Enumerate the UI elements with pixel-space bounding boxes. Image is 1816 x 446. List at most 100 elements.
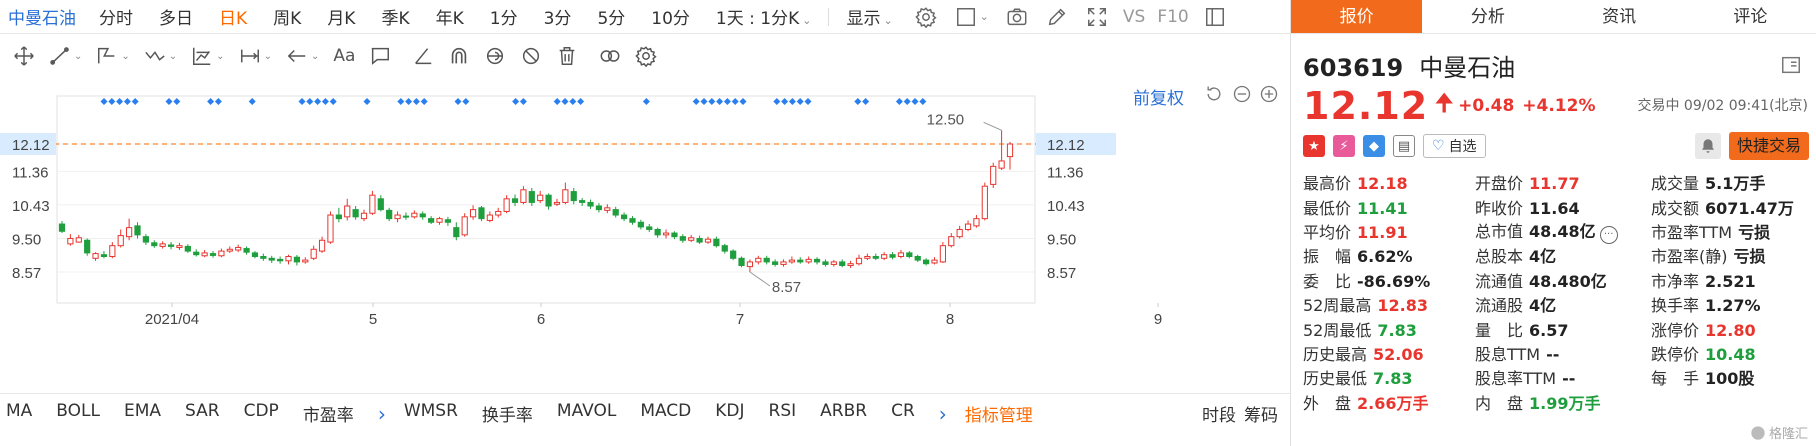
high-annot-line — [983, 121, 1002, 131]
candle-body — [75, 237, 82, 243]
note-icon[interactable]: ▤ — [1393, 135, 1415, 157]
interval-select[interactable]: 1天 : 1分K ⌄ — [703, 4, 825, 29]
vs-compare-button[interactable]: VS — [1117, 7, 1151, 27]
zoom-out-icon[interactable] — [1232, 84, 1252, 104]
line-tool-icon[interactable]: ⌄ — [49, 45, 82, 67]
quote-tab[interactable]: 报价 — [1291, 0, 1423, 33]
text-tool-icon[interactable]: Aa — [333, 46, 355, 66]
indicator-item[interactable]: ARBR — [820, 401, 881, 426]
pencil-icon[interactable] — [1046, 6, 1068, 28]
candle-body — [545, 194, 552, 207]
indicator-item[interactable]: CR — [891, 401, 929, 426]
indicator-item[interactable]: 时段 — [1202, 401, 1236, 426]
event-marker — [207, 98, 215, 105]
candle-body — [268, 257, 275, 261]
arrow-tool-icon[interactable]: ⌄ — [286, 45, 319, 67]
period-tab[interactable]: 多日 — [146, 4, 206, 29]
price-change: +0.48 — [1458, 96, 1515, 116]
period-tab[interactable]: 年K — [423, 4, 477, 29]
range-tool-icon[interactable]: ⌄ — [239, 45, 272, 67]
chevron-right-icon[interactable]: › — [378, 402, 386, 426]
indicator-item[interactable]: 市盈率 — [303, 401, 368, 426]
chevron-down-icon[interactable]: ⌄ — [980, 10, 989, 23]
indicator-item[interactable]: 换手率 — [482, 401, 547, 426]
candle-body — [704, 238, 712, 243]
zoom-in-icon[interactable] — [1259, 84, 1279, 104]
indicator-item[interactable]: KDJ — [715, 401, 758, 426]
fullscreen-icon[interactable] — [1086, 6, 1108, 28]
watermark-logo-icon — [1751, 425, 1765, 440]
period-tab[interactable]: 1分 — [477, 4, 531, 29]
indicator-item[interactable]: 筹码 — [1244, 401, 1278, 426]
adjust-mode-label[interactable]: 前复权 — [1133, 84, 1184, 109]
candle-body — [671, 232, 678, 238]
f10-button[interactable]: F10 — [1151, 7, 1194, 27]
candle-body — [235, 246, 242, 251]
stat-cell: 跌停价 10.48 — [1651, 341, 1811, 365]
quote-tab[interactable]: 资讯 — [1554, 0, 1685, 33]
display-menu[interactable]: 显示 ⌄ — [833, 4, 905, 29]
candle-body — [528, 191, 535, 203]
square-checkbox-icon[interactable] — [955, 6, 977, 28]
chevron-right-icon[interactable]: › — [939, 402, 947, 426]
indicator-item[interactable]: MA — [6, 401, 46, 426]
indicator-item[interactable]: RSI — [769, 401, 811, 426]
fibonacci-tool-icon[interactable]: ⌄ — [191, 45, 225, 67]
angle-tool-icon[interactable] — [412, 45, 434, 67]
add-watchlist-button[interactable]: ♡ 自选 — [1423, 134, 1486, 158]
indicator-manager-button[interactable]: 指标管理 — [965, 401, 1033, 426]
hide-drawings-icon[interactable] — [520, 45, 542, 67]
more-icon[interactable]: ··· — [1599, 225, 1618, 244]
polyline-tool-icon[interactable]: ⌄ — [96, 45, 130, 67]
indicator-item[interactable]: WMSR — [404, 401, 472, 426]
period-tab[interactable]: 季K — [368, 4, 422, 29]
quote-tab[interactable]: 评论 — [1685, 0, 1816, 33]
period-tab[interactable]: 10分 — [638, 4, 703, 29]
event-marker — [577, 98, 585, 105]
period-tab[interactable]: 日K — [206, 4, 260, 29]
bell-icon[interactable] — [1694, 133, 1721, 159]
move-icon[interactable] — [13, 45, 35, 67]
quote-tab[interactable]: 分析 — [1422, 0, 1553, 33]
tag-icon[interactable]: ◆ — [1363, 135, 1385, 157]
candle-body — [469, 209, 477, 218]
candlestick-svg[interactable]: 12.12 12.12 11.36 11.36 10.43 10.43 9.50 9.50 8.… — [0, 78, 1290, 388]
candle-body — [914, 255, 921, 261]
stat-label: 最高价 — [1303, 174, 1352, 194]
gear-icon[interactable] — [914, 6, 937, 28]
stat-value: 亏损 — [1733, 247, 1766, 267]
candle-body — [579, 200, 586, 203]
badge-row: ★ ⚡ ◆ ▤ ♡ 自选 快捷交易 — [1303, 132, 1809, 160]
overlay-icon[interactable] — [599, 45, 621, 67]
period-tab[interactable]: 5分 — [584, 4, 638, 29]
trash-icon[interactable] — [556, 45, 578, 67]
indicator-item[interactable]: MAVOL — [557, 401, 630, 426]
candle-body — [738, 257, 745, 267]
kline-chart[interactable]: 12.12 12.12 11.36 11.36 10.43 10.43 9.50 9.50 8.… — [0, 78, 1290, 388]
candle-body — [662, 232, 670, 236]
wave-tool-icon[interactable]: ⌄ — [144, 45, 177, 67]
reset-icon[interactable] — [1204, 84, 1224, 104]
lightning-icon[interactable]: ⚡ — [1333, 135, 1355, 157]
period-tab[interactable]: 3分 — [531, 4, 585, 29]
period-tab[interactable]: 分时 — [86, 4, 146, 29]
period-tab[interactable]: 周K — [260, 4, 314, 29]
event-marker — [314, 98, 322, 105]
indicator-item[interactable]: MACD — [640, 401, 705, 426]
indicator-item[interactable]: CDP — [244, 401, 293, 426]
menu-icon[interactable] — [1780, 54, 1802, 76]
indicator-item[interactable]: SAR — [185, 401, 234, 426]
indicator-item[interactable]: EMA — [124, 401, 175, 426]
sidebar-toggle-icon[interactable] — [1204, 6, 1226, 28]
settings-icon[interactable] — [635, 45, 658, 67]
comment-tool-icon[interactable] — [369, 45, 391, 67]
indicator-item[interactable]: BOLL — [56, 401, 114, 426]
event-marker — [642, 98, 650, 105]
stock-brand-label[interactable]: 中曼石油 — [0, 4, 86, 29]
quick-trade-button[interactable]: 快捷交易 — [1728, 132, 1809, 160]
event-marker — [123, 98, 131, 105]
magnet-icon[interactable] — [448, 45, 470, 67]
period-tab[interactable]: 月K — [314, 4, 368, 29]
lock-drawings-icon[interactable] — [484, 45, 506, 67]
camera-icon[interactable] — [1006, 6, 1028, 28]
